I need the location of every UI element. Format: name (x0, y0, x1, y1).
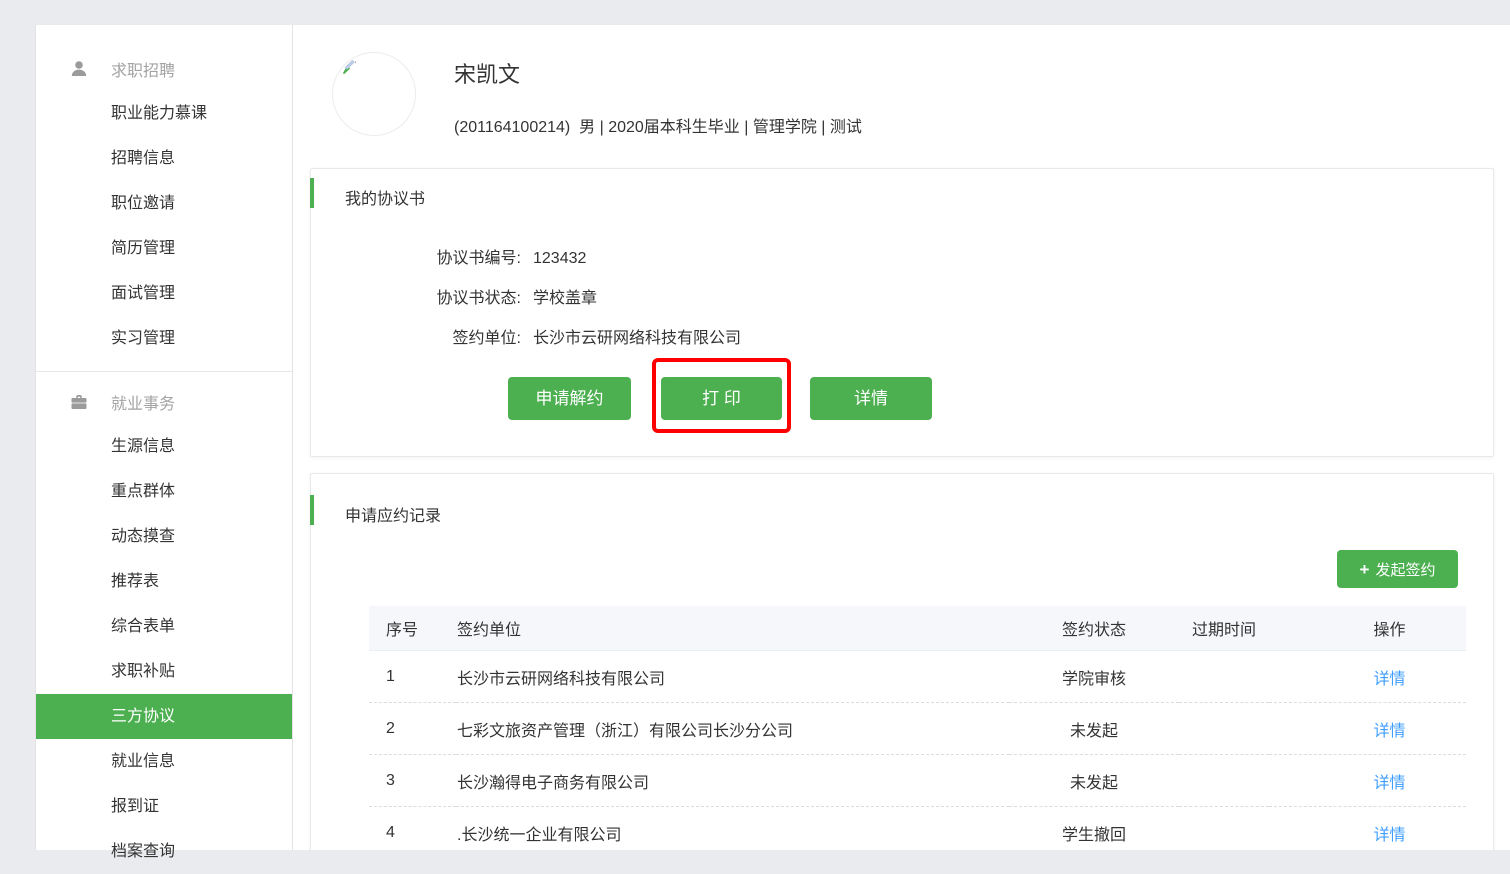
apply-termination-button[interactable]: 申请解约 (508, 377, 631, 420)
sidebar-section2-wrap: 就业事务 生源信息 重点群体 动态摸查 推荐表 综合表单 求职补贴 三方协议 就… (36, 372, 292, 874)
sidebar-item-archive-query[interactable]: 档案查询 (36, 829, 292, 874)
cell-company: 长沙市云研网络科技有限公司 (456, 651, 1009, 703)
my-agreement-card: 我的协议书 协议书编号: 123432 协议书状态: 学校盖章 签约单位: 长沙市云研… (310, 168, 1494, 457)
avatar (332, 52, 416, 136)
table-row: 1 长沙市云研网络科技有限公司 学院审核 详情 (369, 651, 1466, 703)
field-value: 123432 (533, 250, 586, 267)
sidebar-item-internship[interactable]: 实习管理 (36, 316, 292, 361)
table-row: 4 .长沙统一企业有限公司 学生撤回 详情 (369, 807, 1466, 851)
sidebar: 求职招聘 职业能力慕课 招聘信息 职位邀请 简历管理 面试管理 实习管理 就业事… (35, 25, 293, 850)
sidebar-section-title: 求职招聘 (111, 57, 175, 81)
row-detail-link[interactable]: 详情 (1373, 723, 1405, 740)
agreement-number-field: 协议书编号: 123432 (311, 244, 586, 268)
cell-no: 3 (369, 755, 456, 807)
sidebar-nav: 求职招聘 职业能力慕课 招聘信息 职位邀请 简历管理 面试管理 实习管理 就业事… (36, 25, 292, 874)
col-header-action: 操作 (1269, 606, 1466, 651)
my-agreement-title: 我的协议书 (345, 185, 425, 209)
detail-button[interactable]: 详情 (810, 377, 932, 420)
section-accent-bar (310, 178, 314, 208)
sidebar-item-registration-card[interactable]: 报到证 (36, 784, 292, 829)
sidebar-item-mooc[interactable]: 职业能力慕课 (36, 91, 292, 136)
person-icon (69, 59, 89, 79)
broken-image-icon (340, 58, 360, 78)
cell-expire (1179, 703, 1269, 755)
row-detail-link[interactable]: 详情 (1373, 671, 1405, 688)
sidebar-item-tripartite-agreement[interactable]: 三方协议 (36, 694, 292, 739)
field-label: 签约单位: (311, 324, 521, 348)
sidebar-item-dynamic-survey[interactable]: 动态摸查 (36, 514, 292, 559)
student-meta: (201164100214) 男 | 2020届本科生毕业 | 管理学院 | 测… (454, 113, 862, 137)
cell-no: 2 (369, 703, 456, 755)
signing-company-field: 签约单位: 长沙市云研网络科技有限公司 (311, 324, 741, 348)
cell-no: 1 (369, 651, 456, 703)
sidebar-item-employment-info[interactable]: 就业信息 (36, 739, 292, 784)
sidebar-item-resume[interactable]: 简历管理 (36, 226, 292, 271)
plus-icon: + (1360, 561, 1370, 578)
table-header-row: 序号 签约单位 签约状态 过期时间 操作 (369, 606, 1466, 651)
field-label: 协议书编号: (311, 244, 521, 268)
col-header-no: 序号 (369, 606, 456, 651)
sidebar-item-recommend-form[interactable]: 推荐表 (36, 559, 292, 604)
application-records-card: 申请应约记录 + 发起签约 序号 签约单位 签约状态 过期时间 操作 1 (310, 473, 1494, 850)
cell-expire (1179, 755, 1269, 807)
briefcase-icon (69, 392, 89, 412)
field-value: 学校盖章 (533, 290, 597, 307)
col-header-status: 签约状态 (1009, 606, 1179, 651)
sidebar-section-jobseek: 求职招聘 (36, 46, 292, 91)
print-button[interactable]: 打 印 (661, 377, 782, 420)
main-content: 宋凯文 (201164100214) 男 | 2020届本科生毕业 | 管理学院… (293, 25, 1510, 850)
cell-expire (1179, 807, 1269, 851)
cell-status: 未发起 (1009, 755, 1179, 807)
sidebar-item-comprehensive-form[interactable]: 综合表单 (36, 604, 292, 649)
cell-company: 七彩文旅资产管理（浙江）有限公司长沙分公司 (456, 703, 1009, 755)
row-detail-link[interactable]: 详情 (1373, 775, 1405, 792)
application-records-title: 申请应约记录 (345, 502, 441, 526)
initiate-signing-label: 发起签约 (1375, 559, 1435, 580)
section-accent-bar (310, 495, 314, 525)
sidebar-item-key-groups[interactable]: 重点群体 (36, 469, 292, 514)
cell-status: 未发起 (1009, 703, 1179, 755)
sidebar-item-recruit-info[interactable]: 招聘信息 (36, 136, 292, 181)
sidebar-item-job-subsidy[interactable]: 求职补贴 (36, 649, 292, 694)
field-label: 协议书状态: (311, 284, 521, 308)
agreement-status-field: 协议书状态: 学校盖章 (311, 284, 597, 308)
field-value: 长沙市云研网络科技有限公司 (533, 330, 741, 347)
sidebar-section-employment: 就业事务 (36, 379, 292, 424)
cell-expire (1179, 651, 1269, 703)
sidebar-item-interview[interactable]: 面试管理 (36, 271, 292, 316)
sidebar-item-position-invite[interactable]: 职位邀请 (36, 181, 292, 226)
cell-company: 长沙瀚得电子商务有限公司 (456, 755, 1009, 807)
row-detail-link[interactable]: 详情 (1373, 827, 1405, 844)
cell-status: 学院审核 (1009, 651, 1179, 703)
cell-status: 学生撤回 (1009, 807, 1179, 851)
table-row: 2 七彩文旅资产管理（浙江）有限公司长沙分公司 未发起 详情 (369, 703, 1466, 755)
col-header-company: 签约单位 (456, 606, 1009, 651)
records-table: 序号 签约单位 签约状态 过期时间 操作 1 长沙市云研网络科技有限公司 学院审… (369, 606, 1466, 850)
initiate-signing-button[interactable]: + 发起签约 (1337, 550, 1458, 588)
table-row: 3 长沙瀚得电子商务有限公司 未发起 详情 (369, 755, 1466, 807)
sidebar-section-title: 就业事务 (111, 390, 175, 414)
cell-no: 4 (369, 807, 456, 851)
col-header-expire: 过期时间 (1179, 606, 1269, 651)
student-name: 宋凯文 (454, 57, 520, 89)
cell-company: .长沙统一企业有限公司 (456, 807, 1009, 851)
sidebar-item-source-info[interactable]: 生源信息 (36, 424, 292, 469)
